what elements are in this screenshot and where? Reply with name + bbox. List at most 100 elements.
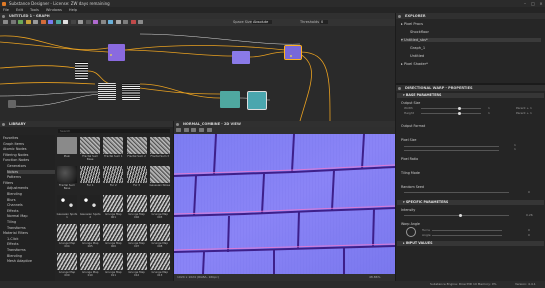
intensity-slider[interactable]	[404, 215, 509, 216]
library-category[interactable]: Patterns	[7, 175, 21, 179]
library-category[interactable]: Transforms	[7, 248, 26, 252]
frame-icon[interactable]	[10, 20, 16, 24]
library-category[interactable]: Mesh Adaptive	[7, 259, 32, 263]
library-category[interactable]: Tiling	[7, 220, 16, 224]
library-category[interactable]: Transforms	[7, 226, 26, 230]
library-tile-thumbnail[interactable]	[103, 195, 124, 212]
height-value[interactable]: 1	[488, 111, 490, 115]
graph-node-input[interactable]	[8, 100, 16, 108]
explorer-item[interactable]: ▸ Pixel Procs	[401, 22, 423, 26]
intensity-value[interactable]: 0.26	[526, 213, 533, 217]
close-button[interactable]: ×	[537, 0, 545, 7]
grayscale-icon[interactable]	[78, 20, 83, 24]
width-value[interactable]: 1	[488, 106, 490, 110]
explorer-item[interactable]: ▸ Pixel Shader*	[401, 62, 428, 66]
thresholds-input[interactable]: 0	[320, 20, 328, 24]
library-category[interactable]: Blurs	[7, 198, 16, 202]
library-tile-thumbnail[interactable]	[57, 166, 77, 183]
library-tile-thumbnail[interactable]	[57, 224, 77, 241]
library-tile-thumbnail[interactable]	[80, 195, 101, 212]
graph-canvas[interactable]	[0, 26, 395, 121]
random-seed-value[interactable]: 0	[528, 190, 530, 194]
minimize-button[interactable]: –	[521, 0, 529, 7]
library-category[interactable]: Function Nodes	[3, 158, 29, 162]
maximize-button[interactable]: □	[529, 0, 537, 7]
blend-node-icon[interactable]	[40, 20, 46, 24]
graph-node-tile-generator[interactable]	[75, 62, 88, 79]
intensity-slider-knob[interactable]	[459, 213, 462, 217]
channels-icon[interactable]	[191, 128, 197, 132]
explorer-item-selected[interactable]: ▾ Untitled_sbs*	[401, 38, 541, 42]
node-port[interactable]	[110, 54, 112, 56]
library-category[interactable]: Favorites	[3, 136, 18, 140]
library-category[interactable]: Noises	[7, 169, 55, 174]
library-category[interactable]: Effects	[7, 242, 19, 246]
fit-view-icon[interactable]	[176, 128, 181, 132]
height-parent-mode[interactable]: Parent + 1	[516, 111, 532, 115]
pixel-size-slider-2[interactable]	[404, 150, 499, 151]
explorer-item[interactable]: Shockfloor	[410, 30, 429, 34]
library-category[interactable]: 1-Click	[7, 237, 18, 241]
library-tile-thumbnail[interactable]	[57, 137, 77, 154]
levels-node-icon[interactable]	[55, 20, 61, 24]
align-icon[interactable]	[33, 20, 38, 24]
turns-value[interactable]: 0	[528, 228, 530, 232]
input-values-section[interactable]: ▸ INPUT VALUES	[397, 241, 544, 246]
width-parent-mode[interactable]: Parent + 1	[516, 106, 532, 110]
graph-node-levels[interactable]	[220, 91, 240, 108]
fx-map-icon[interactable]	[130, 20, 136, 24]
snapshot-icon[interactable]	[206, 128, 212, 132]
graph-node-pattern-a[interactable]	[98, 83, 116, 100]
normal-node-icon[interactable]	[48, 20, 53, 24]
library-tile-thumbnail[interactable]	[126, 195, 147, 212]
base-parameters-section[interactable]: ▾ BASE PARAMETERS	[397, 93, 544, 98]
graph-node-blend[interactable]	[232, 51, 250, 64]
pin-icon[interactable]	[25, 20, 31, 24]
pixel-processor-icon[interactable]	[123, 20, 128, 24]
library-tile-thumbnail[interactable]	[149, 166, 170, 183]
comment-icon[interactable]	[18, 20, 23, 24]
space-size-dropdown[interactable]: Absolute	[252, 20, 272, 24]
graph-node-normal[interactable]	[108, 44, 125, 61]
library-tile-thumbnail[interactable]	[126, 166, 147, 183]
library-category[interactable]: Graph Items	[3, 142, 24, 146]
library-tile-thumbnail[interactable]	[103, 166, 124, 183]
explorer-item[interactable]: Untitled	[410, 54, 424, 58]
blur-node-icon[interactable]	[100, 20, 106, 24]
library-tile-thumbnail[interactable]	[80, 224, 101, 241]
library-category[interactable]: Blending	[7, 192, 22, 196]
graph-node-pattern-b[interactable]	[122, 83, 140, 100]
library-category[interactable]: Normal Map	[7, 214, 28, 218]
library-category[interactable]: Atomic Nodes	[3, 147, 26, 151]
turns-slider[interactable]	[432, 230, 502, 231]
library-search-input[interactable]: Search	[58, 129, 170, 133]
graph-tab[interactable]: Untitled 1	[9, 14, 32, 18]
uniform-color-icon[interactable]	[63, 20, 68, 24]
library-tile-thumbnail[interactable]	[80, 253, 101, 270]
graph-node-output[interactable]	[247, 91, 267, 110]
library-category[interactable]: Filtering Nodes	[3, 153, 28, 157]
new-graph-icon[interactable]	[3, 20, 8, 24]
width-slider-knob[interactable]	[458, 106, 461, 110]
library-tile-thumbnail[interactable]	[57, 195, 77, 212]
library-tile-thumbnail[interactable]	[57, 253, 77, 270]
library-category[interactable]: Adjustments	[7, 186, 28, 190]
gradient-map-icon[interactable]	[85, 20, 91, 24]
zoom-icon[interactable]	[183, 128, 189, 132]
library-category[interactable]: Blending	[7, 254, 22, 258]
angle-slider[interactable]	[432, 235, 502, 236]
library-category[interactable]: Generators	[7, 164, 26, 168]
specific-parameters-section[interactable]: ▾ SPECIFIC PARAMETERS	[397, 200, 544, 205]
library-tile-thumbnail[interactable]	[103, 224, 124, 241]
output-node-icon[interactable]	[108, 20, 113, 24]
library-tile-thumbnail[interactable]	[149, 195, 170, 212]
library-tile-thumbnail[interactable]	[80, 166, 101, 183]
height-slider-knob[interactable]	[458, 111, 461, 115]
more-nodes-icon[interactable]	[138, 20, 143, 24]
library-tile-thumbnail[interactable]	[103, 137, 124, 154]
angle-value[interactable]: 0	[528, 233, 530, 237]
library-tile-thumbnail[interactable]	[149, 253, 170, 270]
library-category[interactable]: Filters	[3, 181, 13, 185]
random-seed-slider[interactable]	[404, 192, 509, 193]
tiling-icon[interactable]	[198, 128, 204, 132]
